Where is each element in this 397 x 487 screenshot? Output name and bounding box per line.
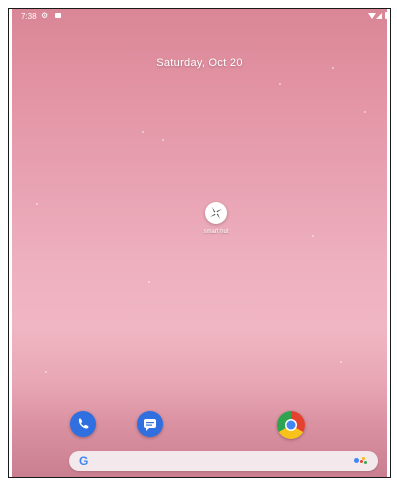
home-date[interactable]: Saturday, Oct 20 xyxy=(12,57,387,69)
wifi-icon xyxy=(368,13,376,19)
wallpaper-sparkle xyxy=(148,281,150,283)
battery-icon xyxy=(385,12,387,19)
chrome-icon[interactable] xyxy=(277,411,305,439)
wallpaper-sparkle xyxy=(45,371,47,373)
shuriken-icon xyxy=(210,207,222,219)
messages-icon[interactable] xyxy=(137,411,163,437)
status-time: 7:38 xyxy=(21,12,37,21)
wallpaper-sparkle xyxy=(279,83,281,85)
wallpaper-sparkle xyxy=(142,131,144,133)
wallpaper-sparkle xyxy=(162,139,164,141)
wallpaper-sparkle xyxy=(312,235,314,237)
gear-icon: ⚙ xyxy=(41,11,49,20)
sd-card-icon xyxy=(55,13,61,18)
wallpaper-sparkle xyxy=(36,203,38,205)
phone-icon[interactable] xyxy=(70,411,96,437)
message-bubble-glyph xyxy=(144,419,156,431)
google-assistant-icon[interactable] xyxy=(354,457,368,465)
wallpaper-sparkle xyxy=(340,361,342,363)
app-label[interactable]: smart hut xyxy=(190,229,242,235)
wallpaper-sparkle xyxy=(364,111,366,113)
google-logo: G xyxy=(79,454,89,468)
chrome-center-glyph xyxy=(285,419,297,431)
signal-icon xyxy=(376,13,382,19)
google-search-bar[interactable]: G xyxy=(69,451,378,471)
home-screen: 7:38 ⚙ Saturday, Oct 20 smart hut G xyxy=(12,9,387,477)
status-bar: 7:38 ⚙ xyxy=(12,9,387,25)
device-frame: 7:38 ⚙ Saturday, Oct 20 smart hut G xyxy=(8,8,391,478)
phone-handset-glyph xyxy=(78,418,89,429)
shuriken-app-icon[interactable] xyxy=(205,202,227,224)
